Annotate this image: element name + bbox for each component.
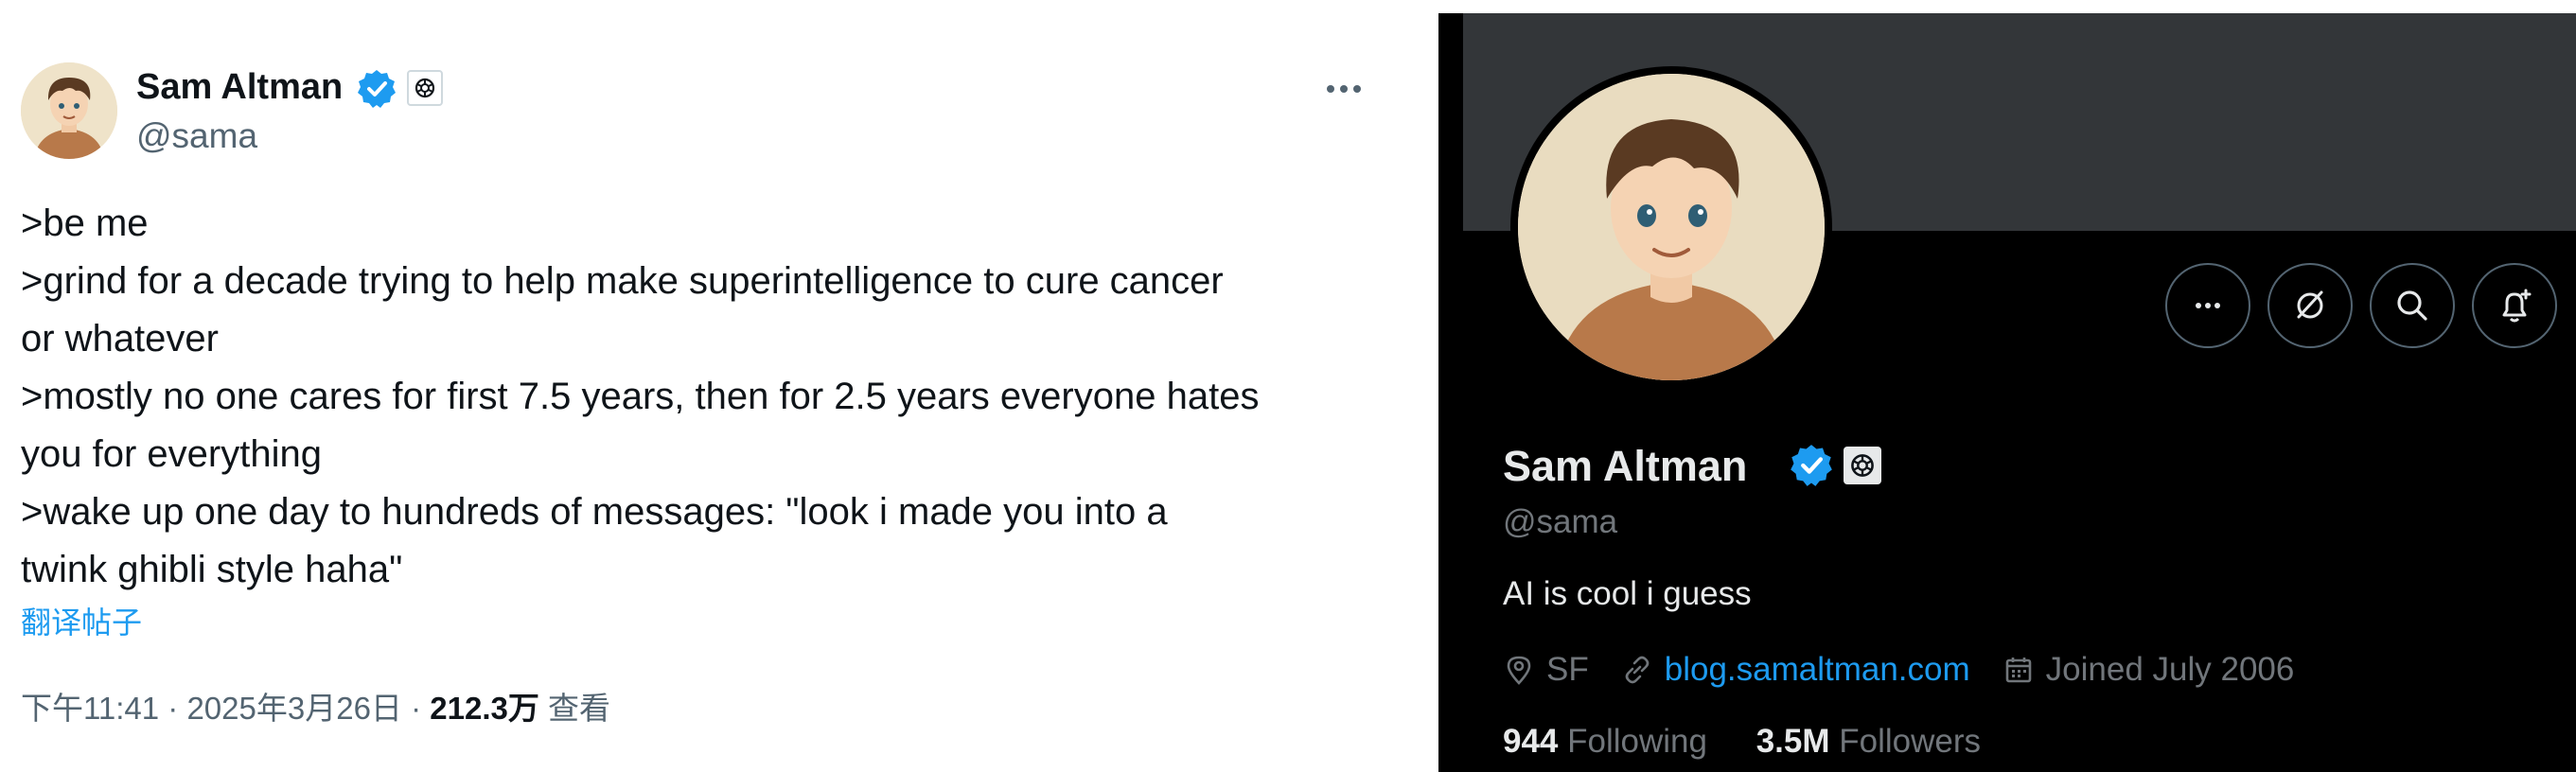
followers-link[interactable]: 3.5M Followers	[1756, 723, 1981, 760]
location-pin-icon	[1507, 656, 1531, 685]
profile-name: Sam Altman	[1503, 442, 1748, 490]
tweet-line: or whatever	[21, 318, 219, 360]
calendar-icon	[2005, 658, 2031, 683]
more-button[interactable]	[2165, 263, 2250, 348]
location-item: SF	[1503, 651, 1589, 689]
search-button[interactable]	[2370, 263, 2455, 348]
joined-item: Joined July 2006	[2003, 651, 2295, 689]
profile-panel: Sam Altman @sama AI is cool i guess SF b…	[1438, 13, 2576, 772]
tweet-card: Sam Altman @sama >be me >grind for a dec…	[0, 0, 1420, 772]
avatar-illustration	[21, 62, 117, 159]
openai-logo-icon[interactable]	[1844, 447, 1881, 484]
grok-icon	[2297, 290, 2323, 319]
profile-handle: @sama	[1503, 503, 1618, 540]
verified-badge-icon[interactable]	[356, 68, 397, 110]
tweet-metadata: 下午11:41 · 2025年3月26日 · 212.3万 查看	[21, 689, 610, 728]
notification-button[interactable]	[2472, 263, 2557, 348]
openai-logo-icon[interactable]	[407, 70, 443, 106]
author-handle[interactable]: @sama	[136, 115, 257, 157]
following-label: Following	[1558, 723, 1707, 760]
profile-avatar-image	[1518, 74, 1825, 380]
view-label: 查看	[538, 691, 611, 726]
tweet-line: >mostly no one cares for first 7.5 years…	[21, 376, 1260, 417]
verified-badge-icon[interactable]	[1789, 443, 1834, 488]
profile-avatar[interactable]	[1510, 66, 1832, 388]
view-count: 212.3万	[430, 691, 539, 726]
tweet-line: you for everything	[21, 433, 322, 475]
followers-label: Followers	[1829, 723, 1982, 760]
following-link[interactable]: 944 Following	[1503, 723, 1707, 760]
notification-bell-icon	[2502, 289, 2532, 323]
tweet-timestamp[interactable]: 下午11:41 · 2025年3月26日 ·	[21, 691, 430, 726]
tweet-line: >wake up one day to hundreds of messages…	[21, 491, 1168, 533]
more-dots-icon	[2196, 303, 2220, 308]
profile-bio: AI is cool i guess	[1503, 575, 1752, 612]
translate-post-link[interactable]: 翻译帖子	[21, 604, 142, 641]
more-dots-icon[interactable]	[1317, 70, 1370, 108]
tweet-line: >be me	[21, 202, 149, 244]
following-count: 944	[1503, 723, 1559, 760]
avatar-illustration	[1518, 74, 1825, 380]
joined-text: Joined July 2006	[2045, 651, 2295, 688]
avatar[interactable]	[21, 62, 117, 159]
profile-info-row: SF blog.samaltman.com Joined July 2006	[1503, 647, 2326, 693]
website-link[interactable]: blog.samaltman.com	[1665, 651, 1970, 689]
link-icon	[1625, 656, 1650, 684]
tweet-line: >grind for a decade trying to help make …	[21, 260, 1224, 302]
tweet-line: twink ghibli style haha"	[21, 549, 403, 590]
grok-button[interactable]	[2267, 263, 2353, 348]
tweet-text: >be me >grind for a decade trying to hel…	[21, 195, 1403, 599]
author-name[interactable]: Sam Altman	[136, 66, 343, 108]
followers-count: 3.5M	[1756, 723, 1830, 760]
location-text: SF	[1546, 651, 1589, 688]
follow-stats: 944 Following 3.5M Followers	[1503, 721, 2020, 763]
search-icon	[2397, 290, 2427, 321]
website-item[interactable]: blog.samaltman.com	[1621, 651, 1970, 689]
